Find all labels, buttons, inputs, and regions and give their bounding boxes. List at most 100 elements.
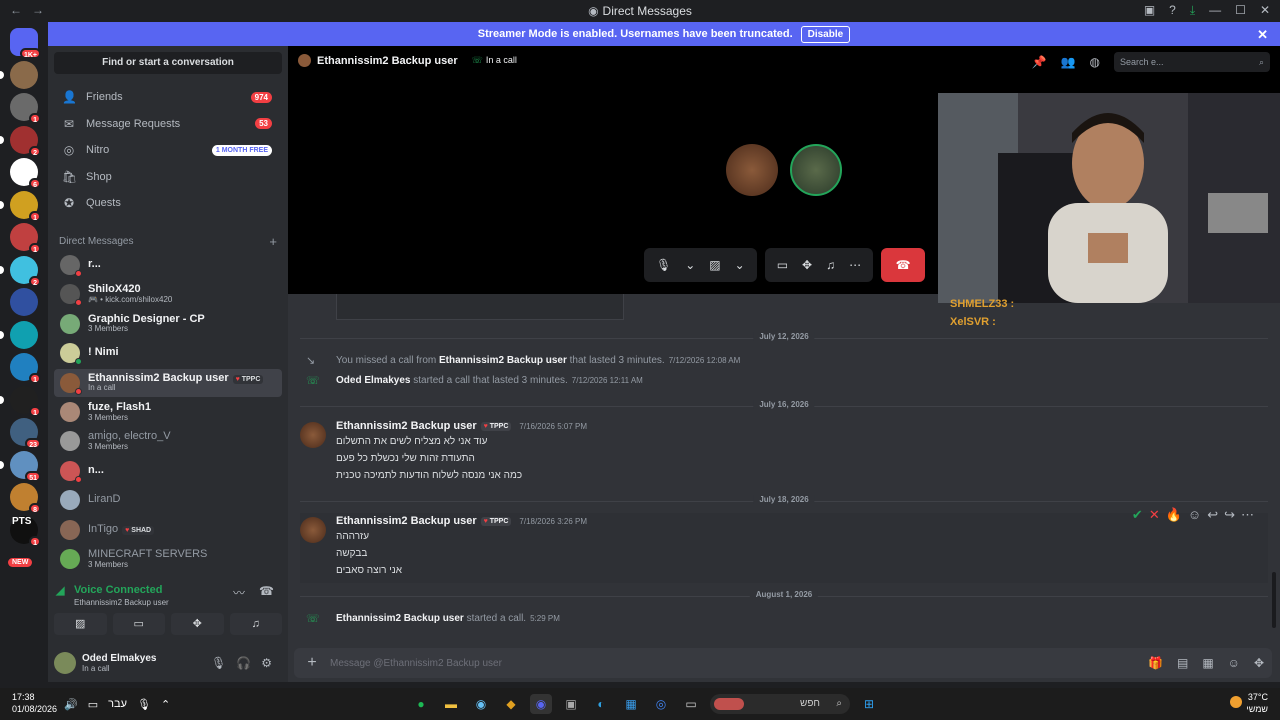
pin-icon[interactable]: 📌 <box>1032 55 1047 69</box>
avatar[interactable] <box>300 517 326 543</box>
sticker-icon[interactable]: ▦ <box>1202 656 1213 670</box>
emoji-icon[interactable]: ☺ <box>1228 656 1240 670</box>
chevron-up-icon[interactable]: ⌃ <box>161 698 170 711</box>
add-reaction-icon[interactable]: ☺ <box>1188 507 1201 523</box>
dm-item[interactable]: Graphic Designer - CP 3 Members <box>54 310 282 338</box>
dm-item[interactable]: Ethannissim2 Backup user ♥ TPPC In a call <box>54 368 282 397</box>
participant-avatar[interactable] <box>726 144 778 196</box>
more-icon[interactable]: ⋯ <box>849 258 861 272</box>
app-icon[interactable]: ▣ <box>560 694 582 714</box>
voice-status[interactable]: Voice Connected <box>74 584 162 596</box>
settings-gear-icon[interactable]: ⚙ <box>261 656 272 670</box>
scrollbar[interactable] <box>1272 572 1276 628</box>
screen-share-button[interactable]: ▭ <box>112 613 165 635</box>
stream-preview[interactable] <box>938 93 1280 303</box>
cross-reaction-icon[interactable]: ✕ <box>1149 507 1160 523</box>
dm-item[interactable]: MINECRAFT SERVERS 3 Members <box>54 545 282 573</box>
reply-icon[interactable]: ↩ <box>1207 507 1218 523</box>
gif-icon[interactable]: ▤ <box>1177 656 1188 670</box>
chrome-icon[interactable]: ◎ <box>650 694 672 714</box>
avatar[interactable] <box>300 422 326 448</box>
server-icon[interactable]: 1 <box>0 385 41 417</box>
activities-icon[interactable]: ✥ <box>802 258 812 272</box>
soundboard-icon[interactable]: ♫ <box>826 258 835 272</box>
nav-item-friends[interactable]: 👤 Friends 974 <box>54 84 282 110</box>
server-icon[interactable]: 8 <box>10 483 41 514</box>
user-name[interactable]: Ethannissim2 Backup user <box>439 355 567 366</box>
server-icon[interactable]: 2 <box>0 255 41 287</box>
dm-item[interactable]: r... <box>54 251 282 279</box>
profile-icon[interactable]: ◍ <box>1090 55 1100 69</box>
chevron-down-icon[interactable]: ⌄ <box>735 258 745 272</box>
headphones-icon[interactable]: 🎧 <box>236 656 251 670</box>
search-input[interactable]: Search e... ⌕ <box>1114 52 1270 72</box>
gift-icon[interactable]: 🎁 <box>1148 656 1163 670</box>
help-icon[interactable]: ? <box>1169 3 1176 18</box>
apps-icon[interactable]: ✥ <box>1254 656 1264 670</box>
nav-item-quests[interactable]: ✪ Quests <box>54 190 282 216</box>
chevron-down-icon[interactable]: ⌄ <box>685 258 695 272</box>
hang-up-button[interactable]: ☎ <box>881 248 926 282</box>
dm-item[interactable]: ami̇go, electro_V 3 Members <box>54 427 282 455</box>
dm-item[interactable]: n... <box>54 457 282 485</box>
discord-taskbar-icon[interactable]: ◉ <box>530 694 552 714</box>
minimize-icon[interactable]: — <box>1209 3 1221 18</box>
network-icon[interactable]: ▭ <box>88 698 98 711</box>
steam-icon[interactable]: ◉ <box>470 694 492 714</box>
message-author[interactable]: Ethannissim2 Backup user <box>336 515 477 527</box>
noise-suppression-icon[interactable]: 〰 <box>233 584 245 601</box>
server-icon[interactable]: 51 <box>0 450 41 482</box>
dm-item[interactable]: ! Nimi <box>54 339 282 367</box>
message-composer[interactable]: + Message @Ethannissim2 Backup user 🎁 ▤ … <box>294 648 1272 678</box>
grid-app-icon[interactable]: ▦ <box>620 694 642 714</box>
soundboard-button[interactable]: ♫ <box>229 613 282 635</box>
participant-avatar-speaking[interactable] <box>790 144 842 196</box>
add-friends-icon[interactable]: 👥 <box>1061 55 1076 69</box>
dm-item[interactable]: fuze, Flash1 3 Members <box>54 398 282 426</box>
camera-off-button[interactable]: ▨ <box>54 613 107 635</box>
server-icon[interactable]: 1 <box>10 353 41 384</box>
server-icon[interactable] <box>0 60 38 89</box>
activities-button[interactable]: ✥ <box>171 613 224 635</box>
server-icon[interactable]: 6 <box>10 158 41 189</box>
server-icon[interactable]: 23 <box>10 418 41 449</box>
user-name[interactable]: Ethannissim2 Backup user <box>336 613 464 624</box>
nav-item-message-requests[interactable]: ✉ Message Requests 53 <box>54 111 282 137</box>
weather-widget[interactable]: 37°C שמשי <box>1230 692 1268 715</box>
server-icon[interactable] <box>0 320 38 349</box>
avatar[interactable] <box>54 652 76 674</box>
server-icon[interactable]: 2 <box>0 125 41 157</box>
find-conversation-button[interactable]: Find or start a conversation <box>54 52 282 74</box>
nav-item-nitro[interactable]: ◎ Nitro 1 MONTH FREE <box>54 137 282 163</box>
close-window-icon[interactable]: ✕ <box>1260 3 1270 18</box>
dm-item[interactable]: ShiloX420 🎮 • kick.com/shilox420 <box>54 280 282 308</box>
message-author[interactable]: Ethannissim2 Backup user <box>336 420 477 432</box>
nav-item-shop[interactable]: 🛍 Shop <box>54 164 282 190</box>
file-explorer-icon[interactable]: ▬ <box>440 694 462 714</box>
camera-off-icon[interactable]: ▨ <box>709 258 720 272</box>
maximize-icon[interactable]: ☐ <box>1235 3 1246 18</box>
close-icon[interactable]: ✕ <box>1257 27 1268 43</box>
add-dm-icon[interactable]: + <box>269 234 277 249</box>
more-icon[interactable]: ⋯ <box>1241 507 1254 523</box>
fire-reaction-icon[interactable]: 🔥 <box>1166 507 1182 523</box>
disable-button[interactable]: Disable <box>800 25 851 43</box>
microphone-icon[interactable]: 🎙 <box>211 656 226 670</box>
app-icon[interactable]: ◐ <box>590 694 612 714</box>
volume-icon[interactable]: 🔊 <box>64 698 78 711</box>
check-reaction-icon[interactable]: ✔ <box>1132 507 1143 523</box>
taskbar-search[interactable]: חפש ⌕ <box>710 694 850 714</box>
dm-item[interactable]: LiranD <box>54 486 282 514</box>
microphone-icon[interactable]: 🎙 <box>656 258 671 272</box>
dm-item[interactable]: InTigo ♥ SHAD <box>54 516 282 544</box>
server-icon[interactable]: 1K+ <box>10 28 41 59</box>
inbox-icon[interactable]: ▣ <box>1144 3 1155 18</box>
add-attachment-icon[interactable]: + <box>294 654 330 672</box>
spotify-icon[interactable]: ● <box>410 694 432 714</box>
server-icon[interactable] <box>10 288 38 316</box>
clock[interactable]: 17:38 01/08/2026 <box>12 692 57 715</box>
disconnect-icon[interactable]: ☎ <box>259 584 274 601</box>
screen-share-icon[interactable]: ▭ <box>777 258 788 272</box>
language-indicator[interactable]: עבר <box>108 698 127 711</box>
download-icon[interactable]: ⤓ <box>1190 3 1195 18</box>
